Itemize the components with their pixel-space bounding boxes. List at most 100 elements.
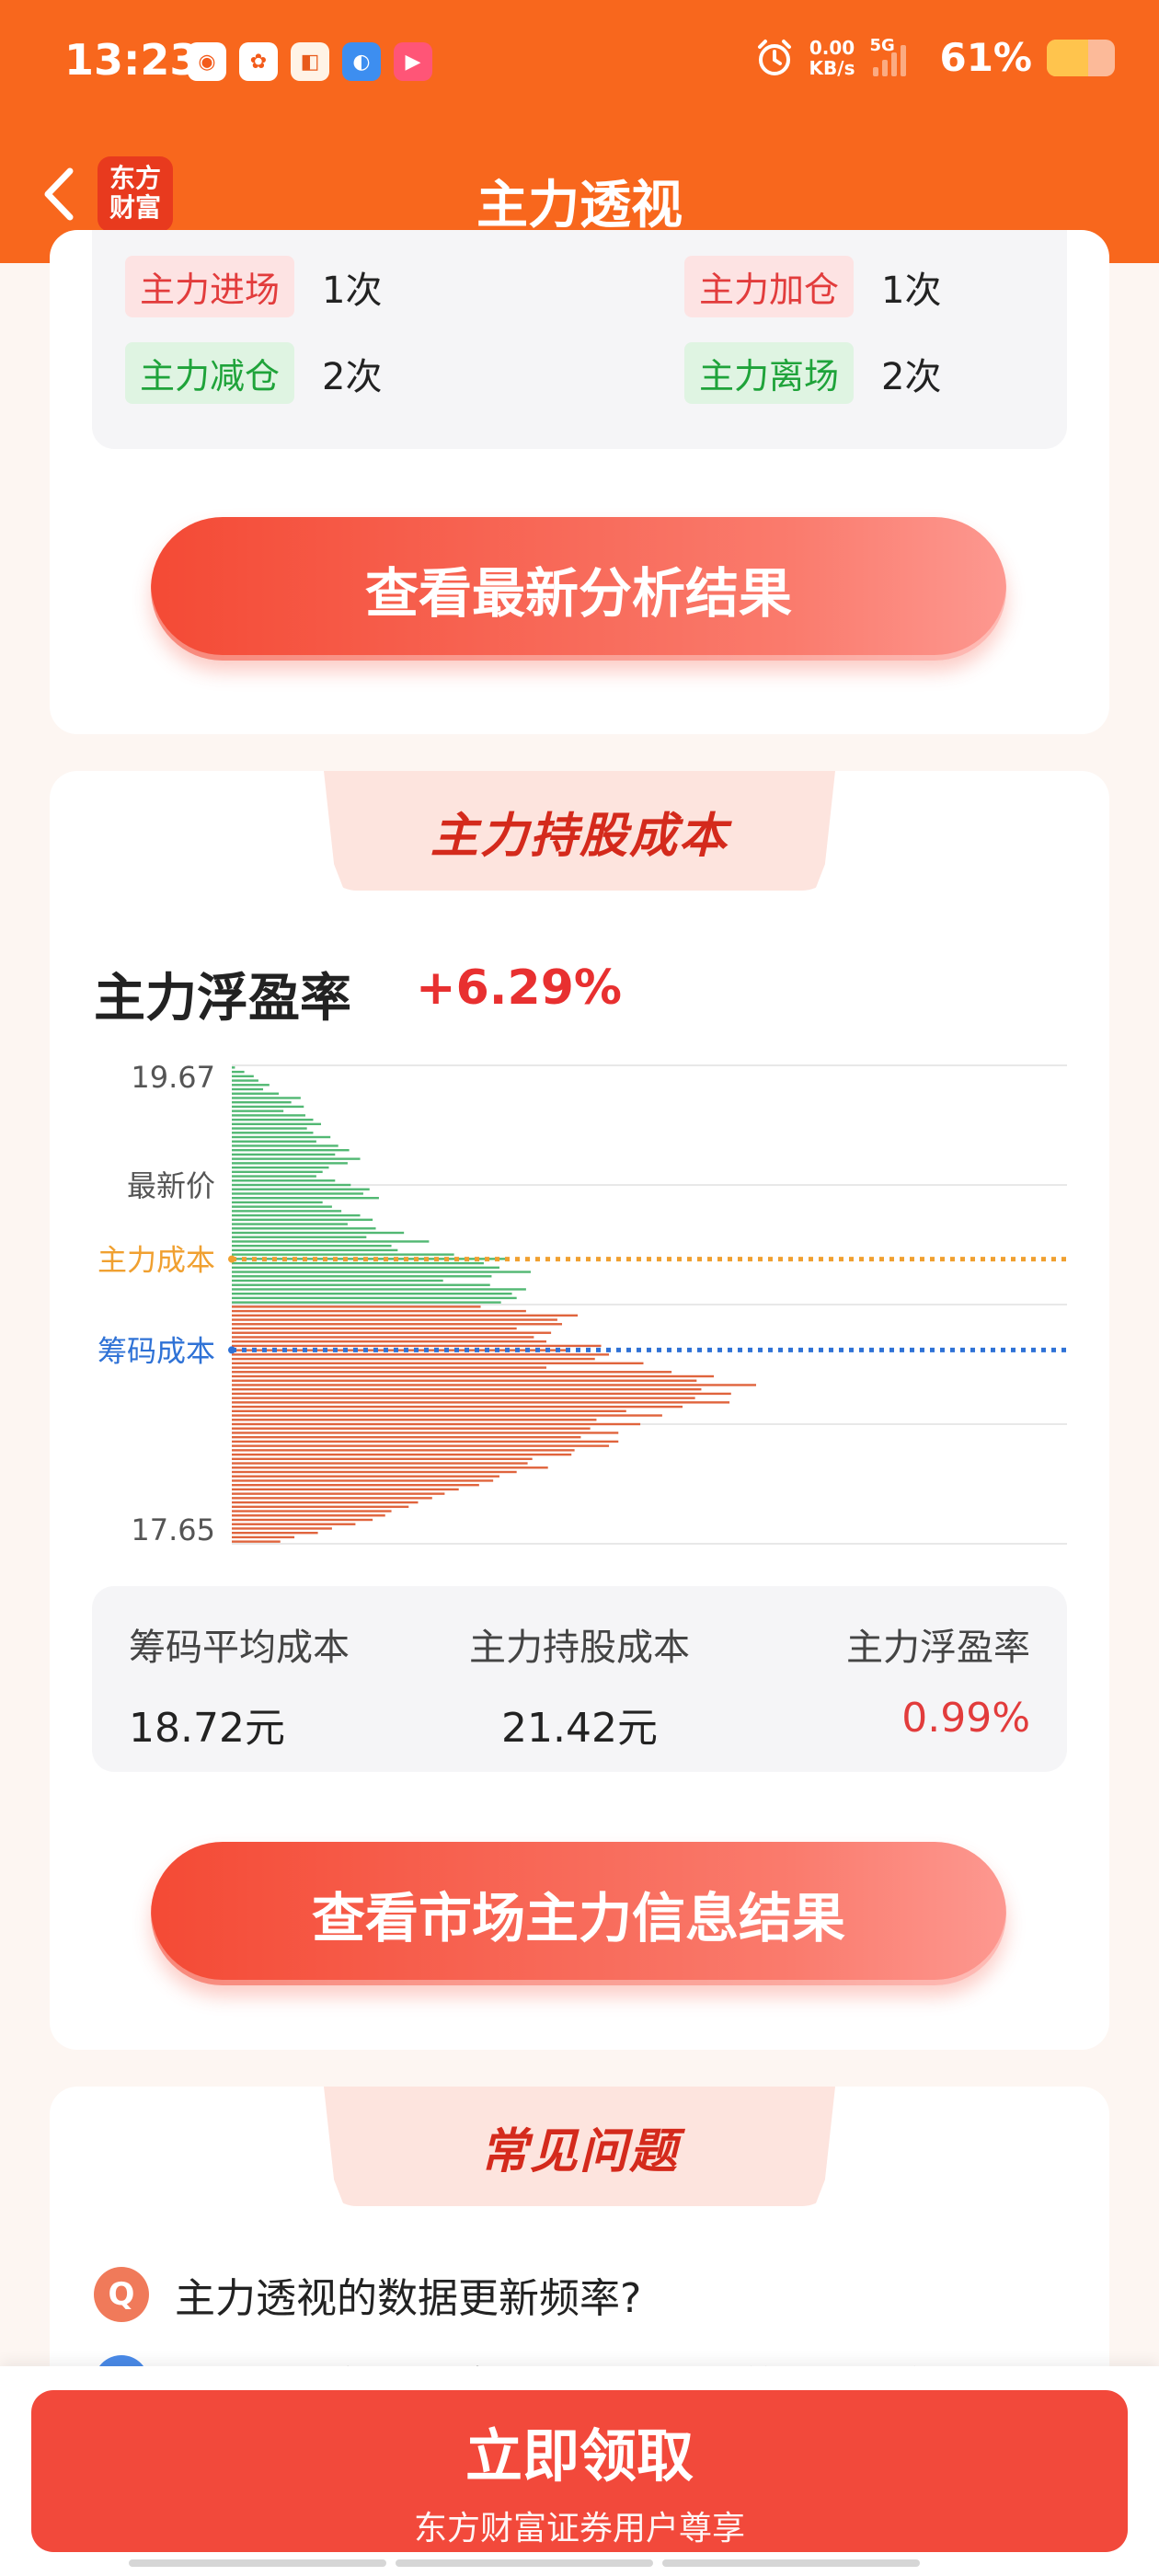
chip-bar <box>232 1253 454 1256</box>
chip-bar <box>232 1409 626 1413</box>
chip-bar <box>232 1114 305 1117</box>
summary-label: 主力持股成本 <box>469 1627 690 1669</box>
stat-count: 2次 <box>881 355 942 398</box>
chip-bar <box>232 1384 756 1386</box>
chip-bar <box>232 1336 534 1339</box>
alarm-icon <box>757 39 791 75</box>
chip-bar <box>232 1166 329 1169</box>
chip-bar <box>232 1148 350 1152</box>
summary-value: 18.72元 <box>129 1705 285 1752</box>
chip-distribution-chart: 19.67 最新价 主力成本 筹码成本 17.65 <box>98 1060 1067 1547</box>
chip-bar <box>232 1444 610 1447</box>
chip-bar <box>232 1353 610 1356</box>
chip-bar <box>232 1227 376 1230</box>
tag-main-reduce: 主力减仓 <box>125 342 295 404</box>
multi-icon: ✿ <box>239 42 278 81</box>
section-title: 常见问题 <box>479 2123 679 2179</box>
net-speed-unit: KB/s <box>809 56 855 79</box>
chip-bar <box>232 1100 292 1104</box>
chip-bar <box>232 1271 531 1273</box>
view-market-info-button[interactable]: 查看市场主力信息结果 <box>151 1842 1006 1985</box>
chip-bar <box>232 1518 373 1522</box>
chip-bar <box>232 1066 235 1069</box>
chip-bar <box>232 1527 332 1530</box>
chip-bar <box>232 1283 490 1286</box>
chip-bar <box>232 1379 697 1382</box>
chip-bar <box>232 1457 533 1461</box>
chip-bar <box>232 1266 499 1270</box>
chip-bar <box>232 1432 619 1434</box>
chip-bar <box>232 1309 526 1313</box>
section-title: 主力持股成本 <box>430 808 729 864</box>
chip-bar <box>232 1374 715 1378</box>
net-speed: 0.00 KB/s <box>809 38 855 78</box>
chip-bar <box>232 1514 385 1517</box>
metric-label: 主力浮盈率 <box>94 969 351 1029</box>
battery-fill <box>1047 39 1089 76</box>
chip-bar <box>232 1362 644 1365</box>
chip-bar <box>232 1531 318 1535</box>
chip-bar <box>232 1170 323 1174</box>
summary-label: 筹码平均成本 <box>129 1627 350 1669</box>
chip-bar <box>232 1314 579 1317</box>
chip-bar <box>232 1210 342 1213</box>
chip-bar <box>232 1240 430 1243</box>
chip-bar <box>232 1122 321 1126</box>
stats-card: 主力进场 1次 主力加仓 1次 主力减仓 2次 主力离场 2次 查看最新分析结果 <box>50 230 1109 734</box>
chip-bar <box>232 1231 405 1235</box>
chip-bar <box>232 1201 323 1204</box>
chip-bar <box>232 1397 695 1399</box>
chip-bar <box>232 1192 363 1195</box>
faq-question[interactable]: Q 主力透视的数据更新频率? <box>94 2265 641 2324</box>
chip-bar <box>232 1318 557 1321</box>
chip-bar <box>232 1223 348 1225</box>
metric-value: +6.29% <box>416 960 622 1016</box>
stats-box: 主力进场 1次 主力加仓 1次 主力减仓 2次 主力离场 2次 <box>92 230 1067 449</box>
view-latest-analysis-button[interactable]: 查看最新分析结果 <box>151 517 1006 661</box>
battery-percent: 61% <box>939 35 1032 80</box>
chip-bar <box>232 1140 316 1143</box>
section-tab-holding-cost: 主力持股成本 <box>324 771 835 891</box>
holding-cost-card: 主力持股成本 主力浮盈率 +6.29% 19.67 最新价 主力成本 筹码成本 … <box>50 771 1109 2050</box>
chip-bar <box>232 1435 581 1439</box>
signal-label: 5G <box>869 35 895 55</box>
chip-bar <box>232 1196 379 1200</box>
header: 13:23 ◉ ✿ ◧ ◐ ▶ 0.00 KB/s 5G 61% 东方 财富 主… <box>0 0 1159 263</box>
chip-bar <box>232 1244 392 1248</box>
chip-bar <box>232 1110 284 1112</box>
chip-bar <box>232 1183 351 1187</box>
tag-main-add: 主力加仓 <box>684 256 855 317</box>
chip-bar <box>232 1492 445 1495</box>
chip-bar <box>232 1153 336 1156</box>
chip-bar <box>232 1087 264 1091</box>
chip-bar <box>232 1501 419 1504</box>
notification-icons: ◉ ✿ ◧ ◐ ▶ <box>188 42 432 81</box>
bank-icon: ◧ <box>291 42 329 81</box>
cost-summary: 筹码平均成本 18.72元 主力持股成本 21.42元 主力浮盈率 0.99% <box>92 1586 1067 1772</box>
chip-bar <box>232 1261 484 1265</box>
chip-bar <box>232 1497 432 1500</box>
claim-now-button[interactable]: 立即领取 东方财富证券用户尊享 <box>31 2390 1128 2552</box>
stat-main-entry: 主力进场 1次 <box>125 256 382 317</box>
y-label-latest-price: 最新价 <box>127 1168 215 1203</box>
chip-bar <box>232 1405 683 1409</box>
summary-main-cost: 主力持股成本 21.42元 <box>460 1617 699 1754</box>
stat-main-exit: 主力离场 2次 <box>684 342 941 404</box>
chip-bar <box>232 1414 662 1417</box>
chip-bar <box>232 1288 526 1291</box>
summary-value: 0.99% <box>901 1695 1030 1742</box>
chip-bar <box>232 1248 398 1252</box>
y-label-main-cost: 主力成本 <box>98 1243 215 1278</box>
summary-avg-cost: 筹码平均成本 18.72元 <box>129 1617 350 1754</box>
chip-bar <box>232 1371 672 1374</box>
net-speed-value: 0.00 <box>809 36 855 59</box>
stat-count: 1次 <box>322 269 383 312</box>
chip-bar <box>232 1422 641 1426</box>
chip-bar <box>232 1535 295 1539</box>
chip-bar <box>232 1357 595 1361</box>
stat-main-reduce: 主力减仓 2次 <box>125 342 382 404</box>
chip-bar <box>232 1279 443 1282</box>
chip-bar <box>232 1084 270 1087</box>
video-icon: ▶ <box>394 42 432 81</box>
chip-bar <box>232 1218 373 1222</box>
